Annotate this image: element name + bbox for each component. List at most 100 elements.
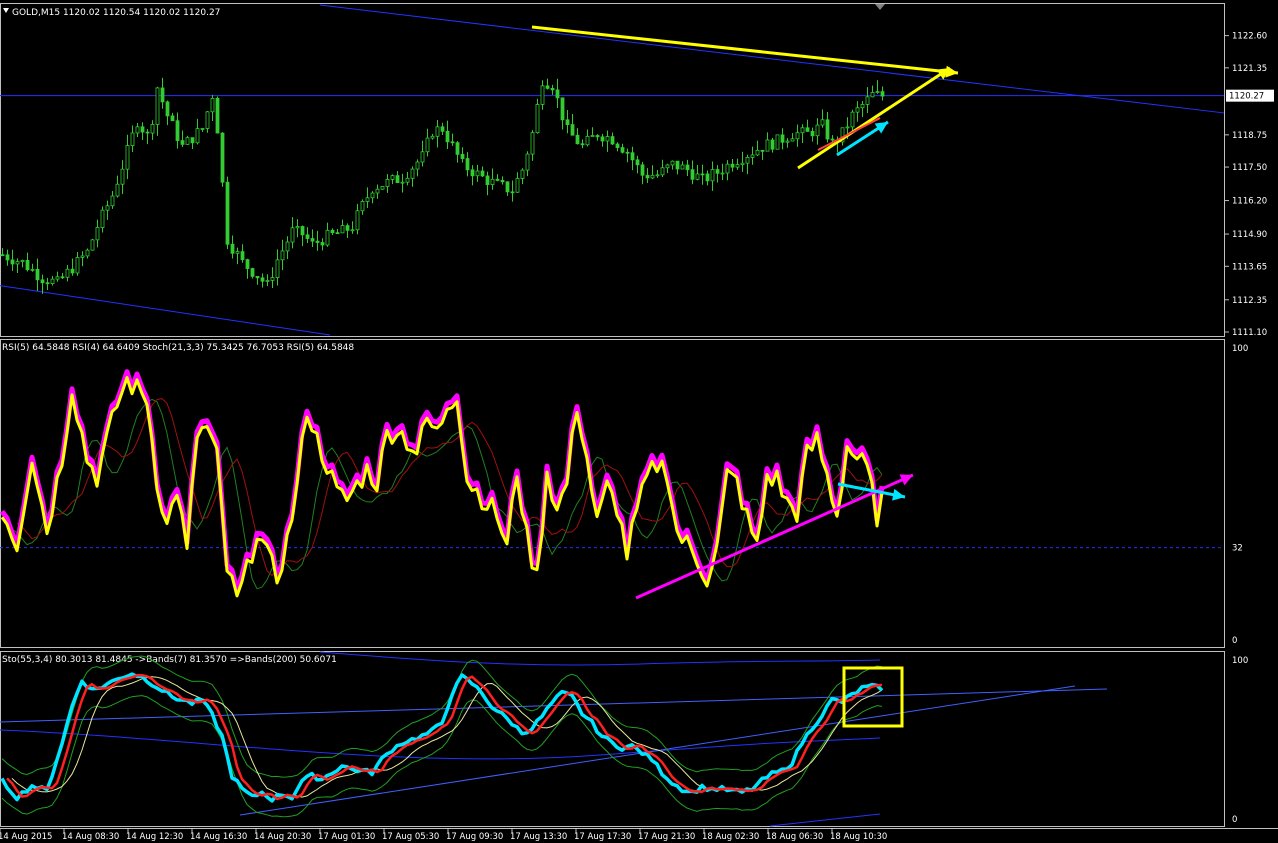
- candle-body: [260, 277, 265, 282]
- current-price-label: 1120.27: [1229, 92, 1264, 102]
- candle-body: [515, 178, 520, 193]
- candle-body: [230, 243, 235, 254]
- candle-body: [250, 268, 255, 277]
- candle-body: [495, 178, 500, 181]
- candle-body: [0, 254, 5, 257]
- candle-body: [170, 115, 175, 122]
- candle-body: [535, 104, 540, 134]
- sto-signal-line: [11, 676, 883, 798]
- candle-body: [35, 268, 40, 281]
- candle-body: [750, 154, 755, 158]
- rsi-tick-label: 100: [1232, 344, 1248, 354]
- price-tick-label: 1117.50: [1232, 163, 1267, 173]
- candle-body: [20, 259, 25, 263]
- candle-body: [355, 210, 360, 231]
- candle-body: [450, 141, 455, 144]
- candle-body: [815, 124, 820, 137]
- candle-body: [405, 177, 410, 183]
- candle-body: [690, 169, 695, 180]
- candle-body: [605, 136, 610, 142]
- sto-main-red: [6, 673, 883, 801]
- candle-body: [470, 169, 475, 177]
- candle-body: [5, 254, 10, 261]
- candle-body: [360, 201, 365, 212]
- rsi-tick-label: 0: [1232, 636, 1237, 646]
- candle-body: [710, 169, 715, 182]
- price-header: GOLD,M15 1120.02 1120.54 1120.02 1120.27: [12, 8, 220, 18]
- stoch-signal-line: [16, 398, 883, 577]
- candle-body: [735, 164, 740, 168]
- candle-body: [855, 107, 860, 113]
- time-tick-label: 18 Aug 06:30: [766, 832, 823, 842]
- candle-body: [390, 175, 395, 180]
- candle-body: [565, 119, 570, 125]
- price-tick-label: 1122.60: [1232, 32, 1267, 42]
- band200-upper: [319, 651, 881, 666]
- candle-body: [705, 173, 710, 182]
- sto-upper-trendline: [0, 688, 1108, 723]
- time-tick-label: 14 Aug 08:30: [62, 832, 119, 842]
- candle-body: [315, 240, 320, 243]
- sto-plot: [0, 651, 1108, 827]
- time-tick-label: 17 Aug 21:30: [638, 832, 695, 842]
- time-tick-label: 14 Aug 12:30: [126, 832, 183, 842]
- candle-body: [770, 139, 775, 150]
- yellow-support-arrow: [797, 66, 951, 170]
- magenta-rsi-arrow: [635, 473, 914, 600]
- candle-body: [490, 178, 495, 185]
- price-tick-label: 1116.20: [1232, 197, 1267, 207]
- candle-body: [715, 169, 720, 174]
- price-tick-label: 1114.90: [1232, 230, 1267, 240]
- candle-body: [865, 96, 870, 105]
- sto-main-cyan: [0, 672, 884, 803]
- candle-body: [85, 249, 90, 257]
- candle-body: [780, 134, 785, 143]
- candle-body: [560, 97, 565, 121]
- candle-body: [340, 225, 345, 234]
- collapse-icon[interactable]: [3, 8, 9, 13]
- candle-body: [585, 135, 590, 146]
- candle-body: [265, 279, 270, 282]
- candle-body: [140, 126, 145, 133]
- candle-body: [45, 282, 50, 285]
- candle-body: [660, 167, 665, 176]
- candle-body: [55, 276, 60, 280]
- candle-body: [40, 279, 45, 284]
- sto-tick-label: 0: [1232, 815, 1237, 825]
- candle-body: [730, 163, 735, 168]
- candle-body: [415, 161, 420, 170]
- yellow-resistance-arrow: [531, 25, 959, 75]
- price-tick-label: 1113.65: [1232, 262, 1267, 272]
- candle-body: [425, 137, 430, 153]
- candle-body: [60, 276, 65, 279]
- candle-body: [120, 168, 125, 185]
- candle-body: [25, 259, 30, 271]
- price-tick-label: 1112.35: [1232, 296, 1267, 306]
- candle-body: [740, 162, 745, 166]
- chart-canvas[interactable]: GOLD,M15 1120.02 1120.54 1120.02 1120.27…: [0, 0, 1278, 843]
- candle-body: [550, 88, 555, 91]
- candle-body: [330, 229, 335, 234]
- candle-body: [610, 136, 615, 145]
- candle-body: [590, 135, 595, 137]
- shift-marker-icon[interactable]: [875, 4, 885, 10]
- candle-body: [220, 132, 225, 183]
- candle-body: [500, 180, 505, 183]
- candle-body: [200, 128, 205, 130]
- candle-body: [235, 251, 240, 254]
- candle-body: [310, 238, 315, 242]
- candle-body: [775, 134, 780, 150]
- time-tick-label: 17 Aug 05:30: [382, 832, 439, 842]
- candle-body: [215, 97, 220, 134]
- candle-body: [320, 242, 325, 246]
- candle-body: [700, 173, 705, 176]
- candle-body: [115, 183, 120, 197]
- time-tick-label: 14 Aug 2015: [0, 832, 52, 842]
- candle-body: [745, 157, 750, 164]
- candle-body: [300, 226, 305, 236]
- candle-body: [650, 174, 655, 179]
- annotations: [531, 25, 959, 728]
- candle-body: [485, 175, 490, 185]
- candle-body: [820, 119, 825, 126]
- candle-body: [675, 160, 680, 170]
